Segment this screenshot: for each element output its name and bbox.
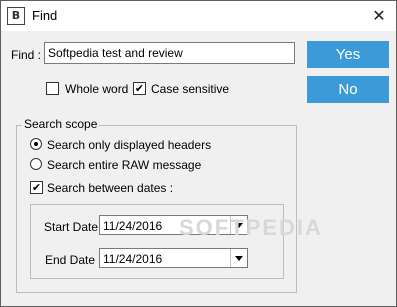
find-input[interactable] — [44, 42, 295, 64]
find-dialog: B Find ✕ Find : Yes No Whole word ✔ Case… — [0, 0, 397, 307]
dropdown-arrow-icon[interactable] — [230, 249, 247, 267]
search-scope-title: Search scope — [22, 117, 100, 131]
between-dates-checkbox[interactable]: ✔ — [30, 181, 43, 194]
start-date-label: Start Date : — [44, 220, 105, 234]
end-date-label: End Date : — [45, 253, 102, 267]
end-date-value: 11/24/2016 — [103, 252, 163, 266]
end-date-picker[interactable]: 11/24/2016 — [99, 248, 248, 268]
find-label: Find : — [11, 48, 42, 62]
whole-word-checkbox[interactable] — [46, 82, 59, 95]
whole-word-label: Whole word — [65, 82, 129, 96]
between-dates-label: Search between dates : — [47, 181, 174, 195]
radio-search-headers[interactable] — [30, 138, 42, 150]
title-bar: B Find ✕ — [1, 1, 396, 31]
radio-search-raw[interactable] — [30, 158, 42, 170]
checkmark-icon: ✔ — [134, 82, 145, 95]
radio-search-raw-label: Search entire RAW message — [47, 158, 202, 172]
app-icon: B — [7, 7, 25, 25]
no-button[interactable]: No — [307, 76, 389, 103]
watermark-logo: SOFTPEDIA — [179, 215, 323, 240]
window-title: Find — [32, 8, 58, 23]
radio-selected-dot — [34, 142, 38, 146]
radio-search-headers-label: Search only displayed headers — [47, 138, 212, 152]
start-date-value: 11/24/2016 — [103, 219, 163, 233]
close-button[interactable]: ✕ — [362, 1, 396, 31]
yes-button[interactable]: Yes — [307, 41, 389, 68]
checkmark-icon: ✔ — [31, 181, 42, 194]
case-sensitive-label: Case sensitive — [151, 82, 230, 96]
case-sensitive-checkbox[interactable]: ✔ — [133, 82, 146, 95]
